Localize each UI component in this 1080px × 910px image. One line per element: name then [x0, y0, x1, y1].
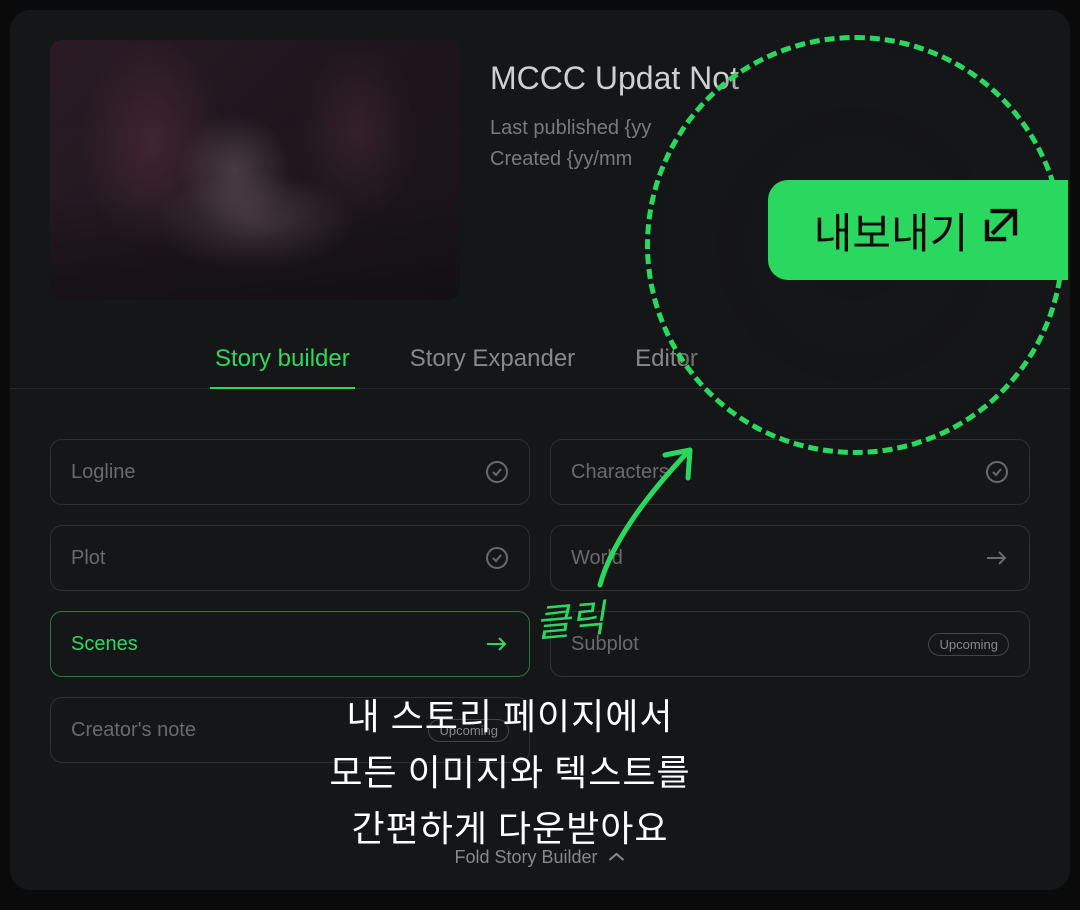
- card-label: Plot: [71, 547, 105, 570]
- card-label: Logline: [71, 461, 136, 484]
- card-creators-note[interactable]: Creator's note Upcoming: [50, 697, 530, 763]
- tabs-bar: Story builder Story Expander Editor: [10, 300, 1070, 389]
- check-circle-icon: [485, 546, 509, 570]
- last-published-text: Last published {yy: [490, 117, 1030, 140]
- app-container: MCCC Updat Not Last published {yy Create…: [10, 10, 1070, 890]
- created-text: Created {yy/mm: [490, 148, 1030, 171]
- upcoming-badge: Upcoming: [428, 719, 509, 742]
- page-title: MCCC Updat Not: [490, 60, 1030, 97]
- check-circle-icon: [985, 460, 1009, 484]
- card-logline[interactable]: Logline: [50, 439, 530, 505]
- tab-story-builder[interactable]: Story builder: [210, 330, 355, 388]
- card-world[interactable]: World: [550, 525, 1030, 591]
- card-label: Characters: [571, 461, 669, 484]
- export-button[interactable]: 내보내기: [768, 180, 1068, 280]
- card-subplot[interactable]: Subplot Upcoming: [550, 611, 1030, 677]
- story-thumbnail[interactable]: [50, 40, 460, 300]
- check-circle-icon: [485, 460, 509, 484]
- export-button-label: 내보내기: [814, 200, 969, 261]
- card-label: World: [571, 547, 623, 570]
- tab-story-expander[interactable]: Story Expander: [405, 330, 580, 388]
- arrow-right-icon: [485, 632, 509, 656]
- card-characters[interactable]: Characters: [550, 439, 1030, 505]
- card-label: Subplot: [571, 633, 639, 656]
- cards-grid: Logline Characters Plot World Scenes: [10, 389, 1070, 813]
- external-link-icon: [980, 204, 1022, 256]
- card-scenes[interactable]: Scenes: [50, 611, 530, 677]
- arrow-right-icon: [985, 546, 1009, 570]
- chevron-up-icon: [608, 847, 626, 868]
- card-plot[interactable]: Plot: [50, 525, 530, 591]
- tab-editor[interactable]: Editor: [630, 330, 703, 388]
- card-label: Creator's note: [71, 719, 196, 742]
- fold-button-label: Fold Story Builder: [454, 847, 597, 868]
- card-label: Scenes: [71, 633, 138, 656]
- fold-story-builder-button[interactable]: Fold Story Builder: [454, 847, 625, 868]
- upcoming-badge: Upcoming: [928, 633, 1009, 656]
